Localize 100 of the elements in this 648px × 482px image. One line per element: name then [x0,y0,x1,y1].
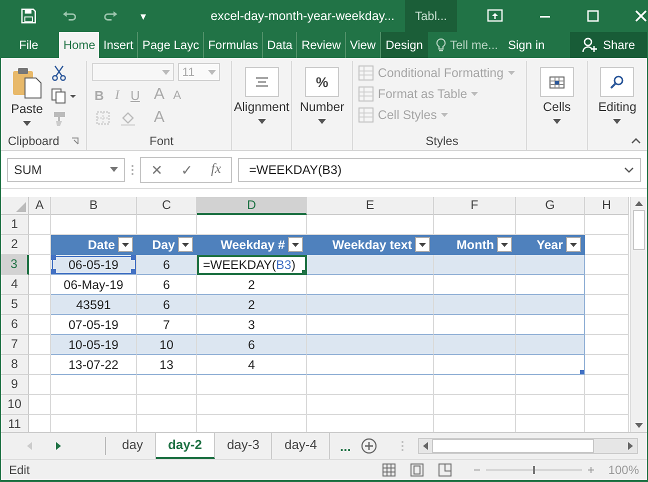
table-cell [516,335,585,355]
number-button[interactable]: % Number [298,65,346,124]
grid-cell [516,375,585,395]
grid-cell [585,395,629,415]
alignment-button[interactable]: Alignment [232,65,292,124]
sign-in-link[interactable]: Sign in [504,32,549,58]
search-icon [610,75,624,89]
table-cell: 4 [197,355,307,375]
column-header[interactable]: E [307,197,434,215]
zoom-slider[interactable] [474,465,594,475]
ribbon-display-icon[interactable] [486,9,503,23]
table-grid-icon [358,65,374,81]
sheet-tab[interactable]: day-2 [156,433,215,459]
filter-dropdown-icon[interactable] [288,237,303,252]
enter-button[interactable]: ✓ [181,162,193,178]
paste-button[interactable]: Paste [9,61,45,132]
row-header[interactable]: 6 [1,315,29,335]
table-cell [516,295,585,315]
save-icon[interactable] [21,8,36,24]
caret-icon [318,119,326,124]
filter-dropdown-icon[interactable] [566,237,581,252]
filter-dropdown-icon[interactable] [118,237,133,252]
grip-icon [400,440,404,452]
cells-icon [548,75,565,89]
row-header[interactable]: 1 [1,215,29,235]
next-sheet-icon[interactable] [56,442,61,450]
table-cell: 13-07-22 [51,355,137,375]
column-header[interactable]: G [516,197,585,215]
cancel-button[interactable]: ✕ [151,162,163,178]
page-break-icon[interactable] [438,463,452,477]
collapse-ribbon-icon[interactable] [631,138,641,144]
maximize-icon[interactable] [586,10,599,22]
clipboard-icon [12,67,42,99]
row-header[interactable]: 9 [1,375,29,395]
launcher-icon[interactable] [71,137,80,145]
grid-cell [137,375,197,395]
grip-icon [131,164,134,176]
editing-button[interactable]: Editing [596,65,638,124]
close-icon[interactable] [634,10,647,22]
ribbon-tab[interactable]: Home [59,32,100,58]
vertical-scrollbar[interactable] [630,197,647,432]
cells-button[interactable]: Cells [538,65,576,124]
add-sheet-icon[interactable] [360,438,377,454]
ribbon-tab[interactable]: Design [380,32,428,58]
grid-cell [516,395,585,415]
caret-icon [440,113,448,117]
tell-me-field[interactable]: Tell me... [430,32,504,58]
right-arrow-icon[interactable] [628,442,633,450]
share-button[interactable]: Share [570,32,647,58]
grid-cell [585,235,629,255]
cell-editor[interactable]: =WEEKDAY(B3) [197,255,307,275]
grid-cell [585,375,629,395]
filter-dropdown-icon[interactable] [497,237,512,252]
caret-icon [508,71,515,75]
normal-view-icon[interactable] [382,463,396,477]
column-header[interactable]: C [137,197,197,215]
ribbon-tab[interactable]: File [1,32,56,58]
column-header[interactable]: F [434,197,516,215]
filter-dropdown-icon[interactable] [178,237,193,252]
row-header[interactable]: 8 [1,355,29,375]
up-arrow-icon[interactable] [635,201,643,206]
triangle-icon [16,202,26,212]
left-arrow-icon[interactable] [422,442,428,450]
row-header[interactable]: 11 [1,415,29,432]
row-header[interactable]: 3 [1,255,29,275]
scrollbar-thumb[interactable] [432,439,594,453]
page-layout-icon[interactable] [410,463,424,477]
column-header[interactable]: H [585,197,629,215]
table-header: Day [152,238,175,252]
row-header[interactable]: 10 [1,395,29,415]
row-header[interactable]: 2 [1,235,29,255]
row-header[interactable]: 5 [1,295,29,315]
grid-cell [29,395,51,415]
caret-icon [552,119,561,124]
down-arrow-icon[interactable] [635,423,643,428]
table-cell [516,355,585,375]
column-header[interactable]: D [197,197,307,215]
insert-function-button[interactable]: fx [211,162,222,178]
column-header[interactable]: A [29,197,51,215]
formula-field[interactable]: =WEEKDAY(B3) [238,158,641,182]
copy-icon[interactable] [50,88,77,104]
lightbulb-icon [436,38,446,52]
horizontal-scrollbar[interactable] [418,438,638,454]
row-header[interactable]: 4 [1,275,29,295]
table-header: Date [88,238,115,252]
table-grid-icon [358,86,374,102]
name-box[interactable]: SUM [7,158,125,182]
more-sheets-button[interactable]: ... [330,438,361,454]
row-header[interactable]: 7 [1,335,29,355]
caret-icon [471,92,478,96]
column-header[interactable]: B [51,197,137,215]
table-cell [516,255,585,275]
table-cell: 06-05-19 [51,255,137,275]
customize-caret[interactable]: ▾ [140,10,147,22]
scissors-icon[interactable] [50,65,67,81]
table-cell: 6 [137,295,197,315]
person-add-icon [582,37,598,53]
caret-icon [208,70,216,74]
scrollbar-thumb[interactable] [633,210,645,250]
filter-dropdown-icon[interactable] [415,237,430,252]
